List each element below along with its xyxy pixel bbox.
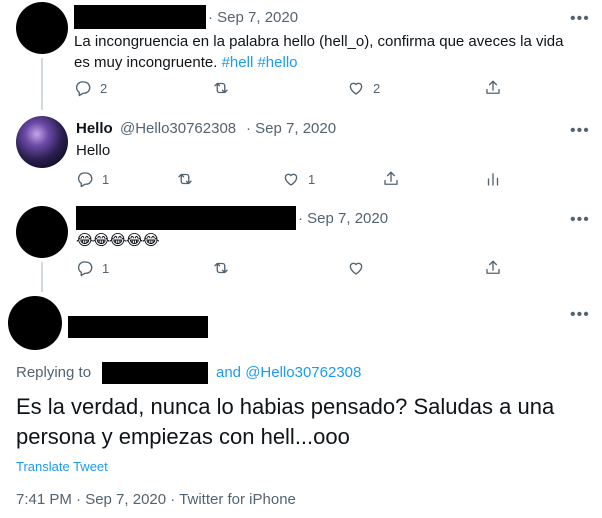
replying-to-label: Replying to bbox=[16, 364, 92, 381]
translate-tweet-link[interactable]: Translate Tweet bbox=[16, 459, 108, 474]
like-count: 2 bbox=[373, 80, 381, 96]
retweet-icon bbox=[178, 173, 192, 185]
analytics-button[interactable] bbox=[484, 170, 502, 188]
more-icon[interactable]: ••• bbox=[570, 123, 590, 139]
share-button[interactable] bbox=[382, 170, 400, 188]
share-button[interactable] bbox=[484, 79, 502, 97]
more-icon[interactable]: ••• bbox=[570, 307, 590, 323]
analytics-icon bbox=[487, 173, 499, 186]
more-icon[interactable]: ••• bbox=[570, 212, 590, 228]
tweet-body: La incongruencia en la palabra hello (he… bbox=[74, 33, 564, 71]
reply-icon bbox=[77, 261, 93, 277]
tweet-date[interactable]: · Sep 7, 2020 bbox=[298, 210, 388, 227]
reply-icon bbox=[75, 81, 91, 97]
user-handle[interactable]: @Hello30762308 bbox=[120, 120, 236, 137]
avatar[interactable] bbox=[16, 206, 68, 258]
reply-count: 1 bbox=[102, 260, 110, 276]
avatar[interactable] bbox=[8, 296, 62, 350]
tweet-text: Hello bbox=[76, 142, 111, 159]
share-button[interactable] bbox=[484, 259, 502, 277]
tweet-text: 😂😂😂😂😂 bbox=[76, 232, 160, 249]
like-icon bbox=[349, 82, 363, 95]
share-icon bbox=[486, 80, 500, 94]
tweet-text: Es la verdad, nunca lo habias pensado? S… bbox=[16, 394, 555, 449]
tweet-date[interactable]: · Sep 7, 2020 bbox=[246, 120, 336, 137]
retweet-icon bbox=[214, 82, 228, 94]
like-button[interactable] bbox=[347, 259, 365, 277]
thread-line bbox=[41, 262, 43, 292]
avatar[interactable] bbox=[16, 2, 68, 54]
reply-icon bbox=[77, 172, 93, 188]
redacted-username bbox=[102, 362, 208, 384]
tweet-text: La incongruencia en la palabra hello (he… bbox=[74, 31, 574, 73]
display-name[interactable]: Hello bbox=[76, 120, 113, 137]
tweet-date[interactable]: · Sep 7, 2020 bbox=[208, 9, 298, 26]
thread-line bbox=[41, 58, 43, 110]
avatar[interactable] bbox=[16, 116, 68, 168]
reply-count: 1 bbox=[102, 171, 110, 187]
retweet-button[interactable] bbox=[212, 259, 230, 277]
retweet-icon bbox=[214, 262, 228, 274]
like-button[interactable]: 1 bbox=[282, 170, 315, 188]
like-count: 1 bbox=[308, 171, 316, 187]
redacted-name bbox=[74, 5, 206, 29]
like-icon bbox=[349, 262, 363, 275]
share-icon bbox=[384, 171, 398, 185]
retweet-button[interactable] bbox=[212, 79, 230, 97]
reply-button[interactable]: 1 bbox=[76, 259, 109, 277]
mention-link[interactable]: and @Hello30762308 bbox=[216, 364, 361, 381]
tweet-timestamp[interactable]: 7:41 PM · Sep 7, 2020 · Twitter for iPho… bbox=[16, 491, 296, 508]
like-button[interactable]: 2 bbox=[347, 79, 380, 97]
like-icon bbox=[284, 173, 298, 186]
retweet-button[interactable] bbox=[176, 170, 194, 188]
hashtag-link[interactable]: #hello bbox=[257, 54, 297, 71]
reply-button[interactable]: 1 bbox=[76, 170, 109, 188]
share-icon bbox=[486, 260, 500, 274]
reply-button[interactable]: 2 bbox=[74, 79, 107, 97]
more-icon[interactable]: ••• bbox=[570, 11, 590, 27]
redacted-name bbox=[68, 316, 208, 338]
redacted-name bbox=[76, 206, 296, 230]
reply-count: 2 bbox=[100, 80, 108, 96]
hashtag-link[interactable]: #hell bbox=[222, 54, 254, 71]
